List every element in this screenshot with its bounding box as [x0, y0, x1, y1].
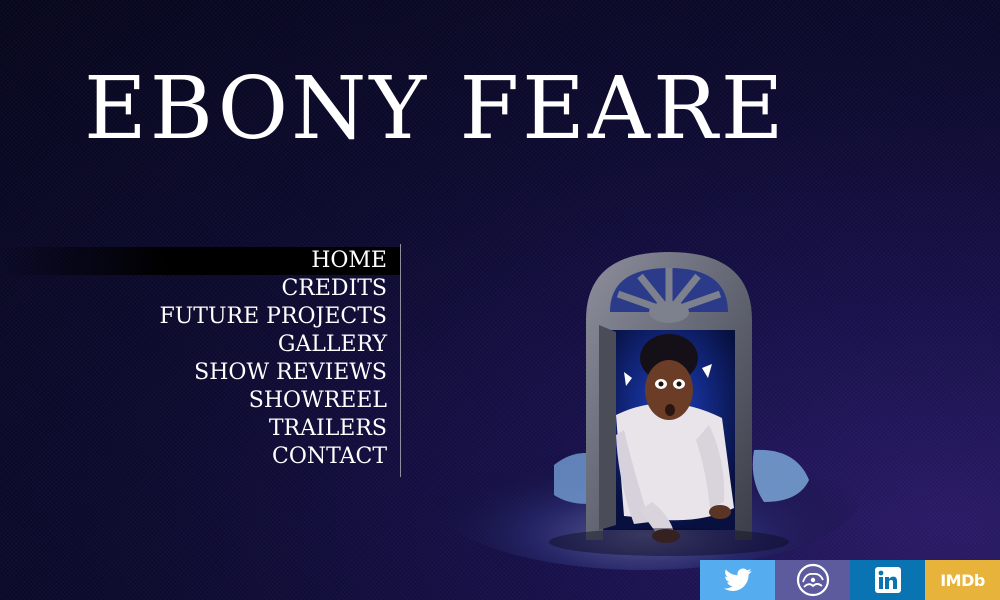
nav-item-contact[interactable]: CONTACT — [0, 443, 387, 471]
nav-item-showreel[interactable]: SHOWREEL — [0, 387, 387, 415]
social-links: IMDb — [700, 560, 1000, 600]
nav-item-credits[interactable]: CREDITS — [0, 275, 387, 303]
nav-item-home[interactable]: HOME — [0, 247, 400, 275]
nav-list: HOME CREDITS FUTURE PROJECTS GALLERY SHO… — [0, 244, 400, 471]
stage-performance-photo — [424, 252, 864, 570]
spotlight-link[interactable] — [775, 560, 850, 600]
imdb-label: IMDb — [940, 570, 985, 590]
site-title: EBONY FEARE — [84, 59, 787, 159]
linkedin-icon — [874, 567, 901, 593]
nav-item-future-projects[interactable]: FUTURE PROJECTS — [0, 303, 388, 331]
linkedin-link[interactable] — [850, 560, 925, 600]
main-navigation: HOME CREDITS FUTURE PROJECTS GALLERY SHO… — [0, 244, 401, 477]
twitter-link[interactable] — [700, 560, 775, 600]
nav-item-show-reviews[interactable]: SHOW REVIEWS — [0, 359, 387, 387]
nav-item-trailers[interactable]: TRAILERS — [0, 415, 387, 443]
spotlight-logo-icon — [796, 563, 829, 597]
twitter-bird-icon — [723, 568, 752, 591]
hero-image — [404, 240, 864, 570]
imdb-link[interactable]: IMDb — [925, 560, 1000, 600]
nav-item-gallery[interactable]: GALLERY — [0, 331, 387, 359]
